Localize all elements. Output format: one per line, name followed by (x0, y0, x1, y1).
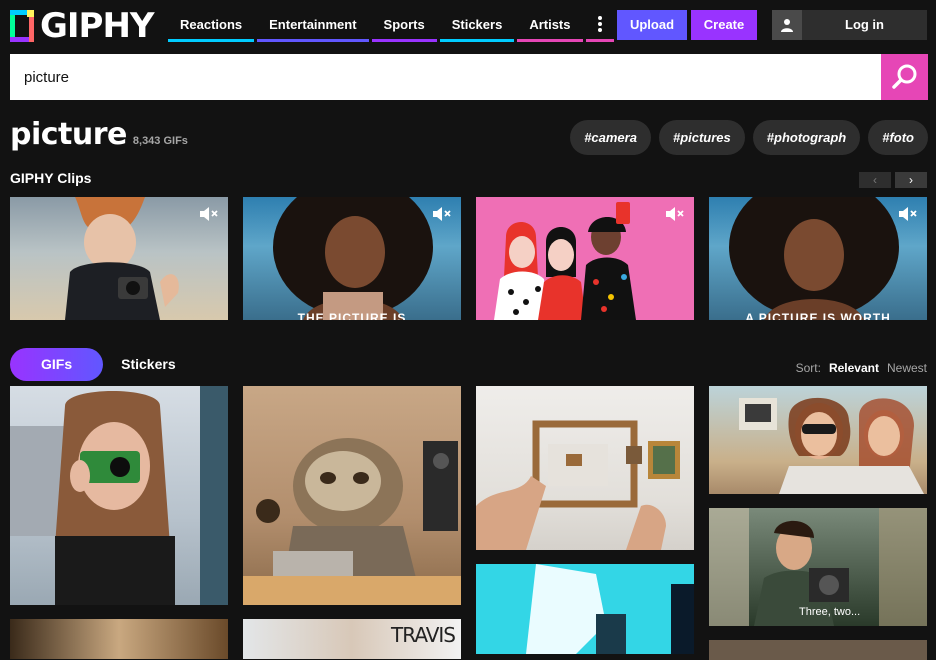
tag-foto[interactable]: #foto (868, 120, 928, 155)
clips-carousel-controls: ‹ › (859, 172, 931, 188)
sort-controls: Sort: Relevant Newest (788, 361, 927, 375)
sort-relevant[interactable]: Relevant (829, 361, 879, 375)
gif-image (10, 386, 228, 605)
search-bar (10, 54, 928, 100)
login-button[interactable]: Log in (772, 10, 927, 40)
search-button[interactable] (881, 54, 928, 100)
create-button[interactable]: Create (691, 10, 757, 40)
nav-stickers[interactable]: Stickers (439, 10, 515, 42)
tab-stickers[interactable]: Stickers (103, 348, 193, 381)
more-vertical-icon (597, 16, 602, 32)
search-icon (891, 64, 916, 89)
gif-thumbnail[interactable]: Three, two... (709, 508, 927, 626)
clip-image (65, 197, 179, 320)
chevron-right-icon[interactable]: › (895, 172, 927, 188)
tag-photograph[interactable]: #photograph (752, 120, 861, 155)
gif-thumbnail[interactable] (709, 386, 927, 494)
nav-reactions[interactable]: Reactions (168, 10, 255, 42)
result-count: 8,343 GIFs (132, 135, 188, 147)
main-nav: Reactions Entertainment Sports Stickers … (168, 10, 617, 42)
nav-entertainment[interactable]: Entertainment (257, 10, 369, 42)
user-icon (772, 10, 802, 40)
nav-more[interactable] (585, 10, 614, 42)
nav-artists[interactable]: Artists (517, 10, 583, 42)
chevron-left-icon[interactable]: ‹ (859, 172, 891, 188)
login-label: Log in (845, 17, 884, 32)
sort-newest[interactable]: Newest (887, 361, 927, 375)
gif-image (476, 420, 680, 550)
gif-image (243, 438, 461, 605)
gif-caption: Three, two... (799, 606, 861, 618)
sort-label: Sort: (795, 361, 821, 375)
nav-label: Stickers (451, 17, 503, 32)
logo-text: GIPHY (40, 6, 155, 46)
clip-image (729, 197, 899, 320)
gif-thumbnail[interactable] (476, 386, 694, 550)
search-input[interactable] (10, 54, 881, 100)
tab-gifs[interactable]: GIFs (10, 348, 104, 381)
related-tags: #camera #pictures #photograph #foto (562, 120, 928, 155)
upload-button[interactable]: Upload (617, 10, 687, 40)
mute-icon[interactable] (431, 205, 453, 223)
gif-image (739, 397, 924, 494)
content-tabs: GIFs Stickers (10, 348, 194, 381)
mute-icon[interactable] (198, 205, 220, 223)
clip-caption: A PICTURE IS WORTH (745, 312, 891, 320)
gif-caption: TRAVIS (391, 623, 456, 647)
gif-thumbnail[interactable] (10, 619, 228, 659)
clip-thumbnail[interactable]: THE PICTURE IS (243, 197, 461, 320)
clip-thumbnail[interactable] (10, 197, 228, 320)
nav-sports[interactable]: Sports (371, 10, 437, 42)
results-header: picture 8,343 GIFs (10, 117, 188, 152)
gif-thumbnail[interactable] (243, 386, 461, 605)
top-bar: GIPHY Reactions Entertainment Sports Sti… (0, 0, 936, 52)
mute-icon[interactable] (897, 205, 919, 223)
tag-camera[interactable]: #camera (570, 120, 651, 155)
gif-thumbnail[interactable] (709, 640, 927, 660)
gif-image (526, 564, 694, 654)
giphy-logo[interactable]: GIPHY (10, 6, 155, 46)
nav-label: Artists (529, 17, 571, 32)
gif-thumbnail[interactable] (10, 386, 228, 605)
tag-pictures[interactable]: #pictures (658, 120, 745, 155)
nav-label: Entertainment (269, 17, 357, 32)
mute-icon[interactable] (664, 205, 686, 223)
clips-title: GIPHY Clips (10, 170, 92, 186)
clip-image (494, 202, 636, 320)
gif-thumbnail[interactable] (476, 564, 694, 654)
clip-caption: THE PICTURE IS (297, 312, 407, 320)
page-title: picture (10, 117, 127, 152)
gif-thumbnail[interactable]: TRAVIS (243, 619, 461, 659)
nav-label: Reactions (180, 17, 243, 32)
clip-image (273, 197, 433, 320)
nav-label: Sports (383, 17, 425, 32)
clip-thumbnail[interactable] (476, 197, 694, 320)
giphy-logo-icon (10, 10, 34, 42)
clip-thumbnail[interactable]: A PICTURE IS WORTH (709, 197, 927, 320)
